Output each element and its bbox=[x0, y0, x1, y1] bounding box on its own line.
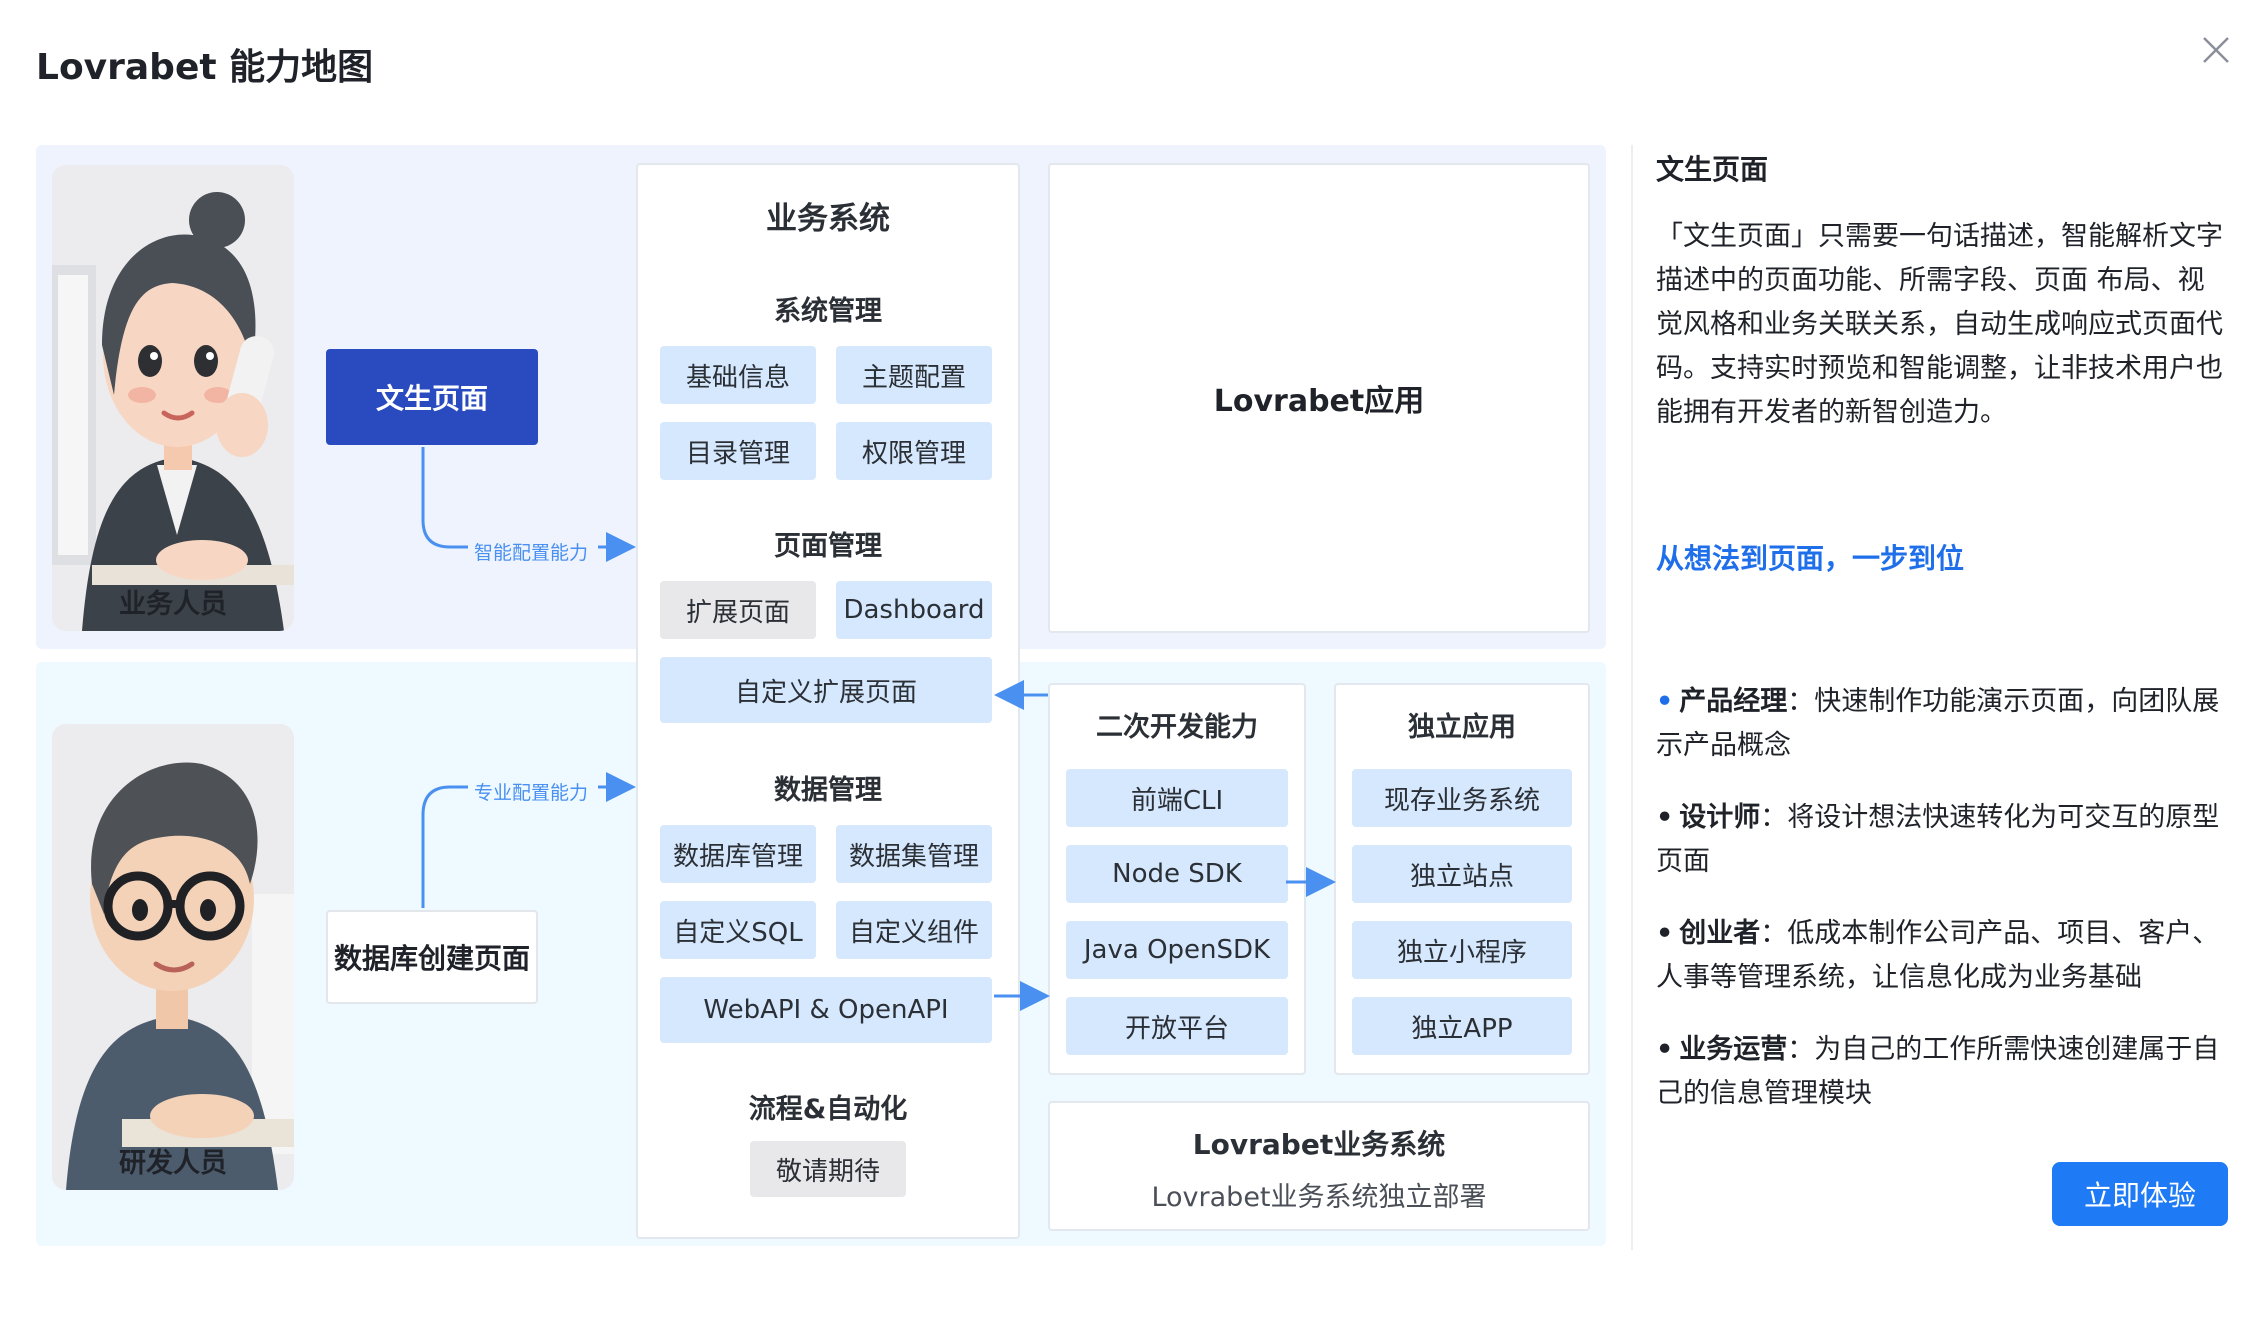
bullet-dot: • bbox=[1656, 1034, 1674, 1065]
list-item: • 业务运营：为自己的工作所需快速创建属于自己的信息管理模块 bbox=[1656, 1028, 2226, 1116]
bullet-dot: • bbox=[1656, 802, 1674, 833]
smart-config-connector bbox=[421, 447, 468, 549]
list-item: • 设计师：将设计想法快速转化为可交互的原型页面 bbox=[1656, 796, 2226, 884]
audience-list: • 产品经理：快速制作功能演示页面，向团队展示产品概念 • 设计师：将设计想法快速转… bbox=[1656, 680, 2226, 1144]
side-slogan: 从想法到页面，一步到位 bbox=[1656, 542, 1965, 575]
bullet-dot: • bbox=[1656, 918, 1674, 949]
vertical-divider bbox=[1631, 145, 1633, 1250]
list-item: • 创业者：低成本制作公司产品、项目、客户、人事等管理系统，让信息化成为业务基础 bbox=[1656, 912, 2226, 1000]
try-now-button[interactable]: 立即体验 bbox=[2052, 1162, 2228, 1226]
side-description: 「文生页面」只需要一句话描述，智能解析文字描述中的页面功能、所需字段、页面 布局… bbox=[1656, 221, 2223, 428]
role-name: 设计师 bbox=[1679, 802, 1761, 833]
role-name: 业务运营 bbox=[1679, 1034, 1788, 1065]
role-name: 产品经理 bbox=[1679, 686, 1788, 717]
list-item: • 产品经理：快速制作功能演示页面，向团队展示产品概念 bbox=[1656, 680, 2226, 768]
bullet-dot: • bbox=[1656, 686, 1674, 717]
role-name: 创业者 bbox=[1679, 918, 1761, 949]
side-title: 文生页面 bbox=[1656, 153, 1769, 186]
pro-config-connector bbox=[421, 785, 468, 908]
